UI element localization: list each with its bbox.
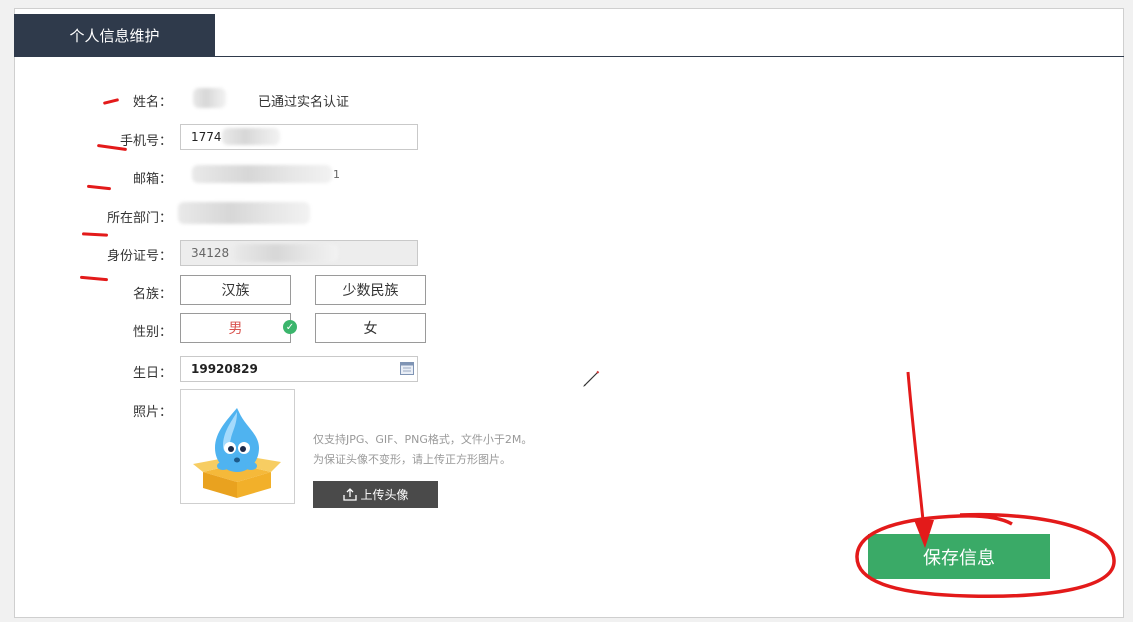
annotation-overlay xyxy=(855,371,1116,598)
annotation-circle xyxy=(855,512,1116,598)
annotation-arrow xyxy=(906,371,926,531)
annotation-arrowhead xyxy=(914,520,934,548)
